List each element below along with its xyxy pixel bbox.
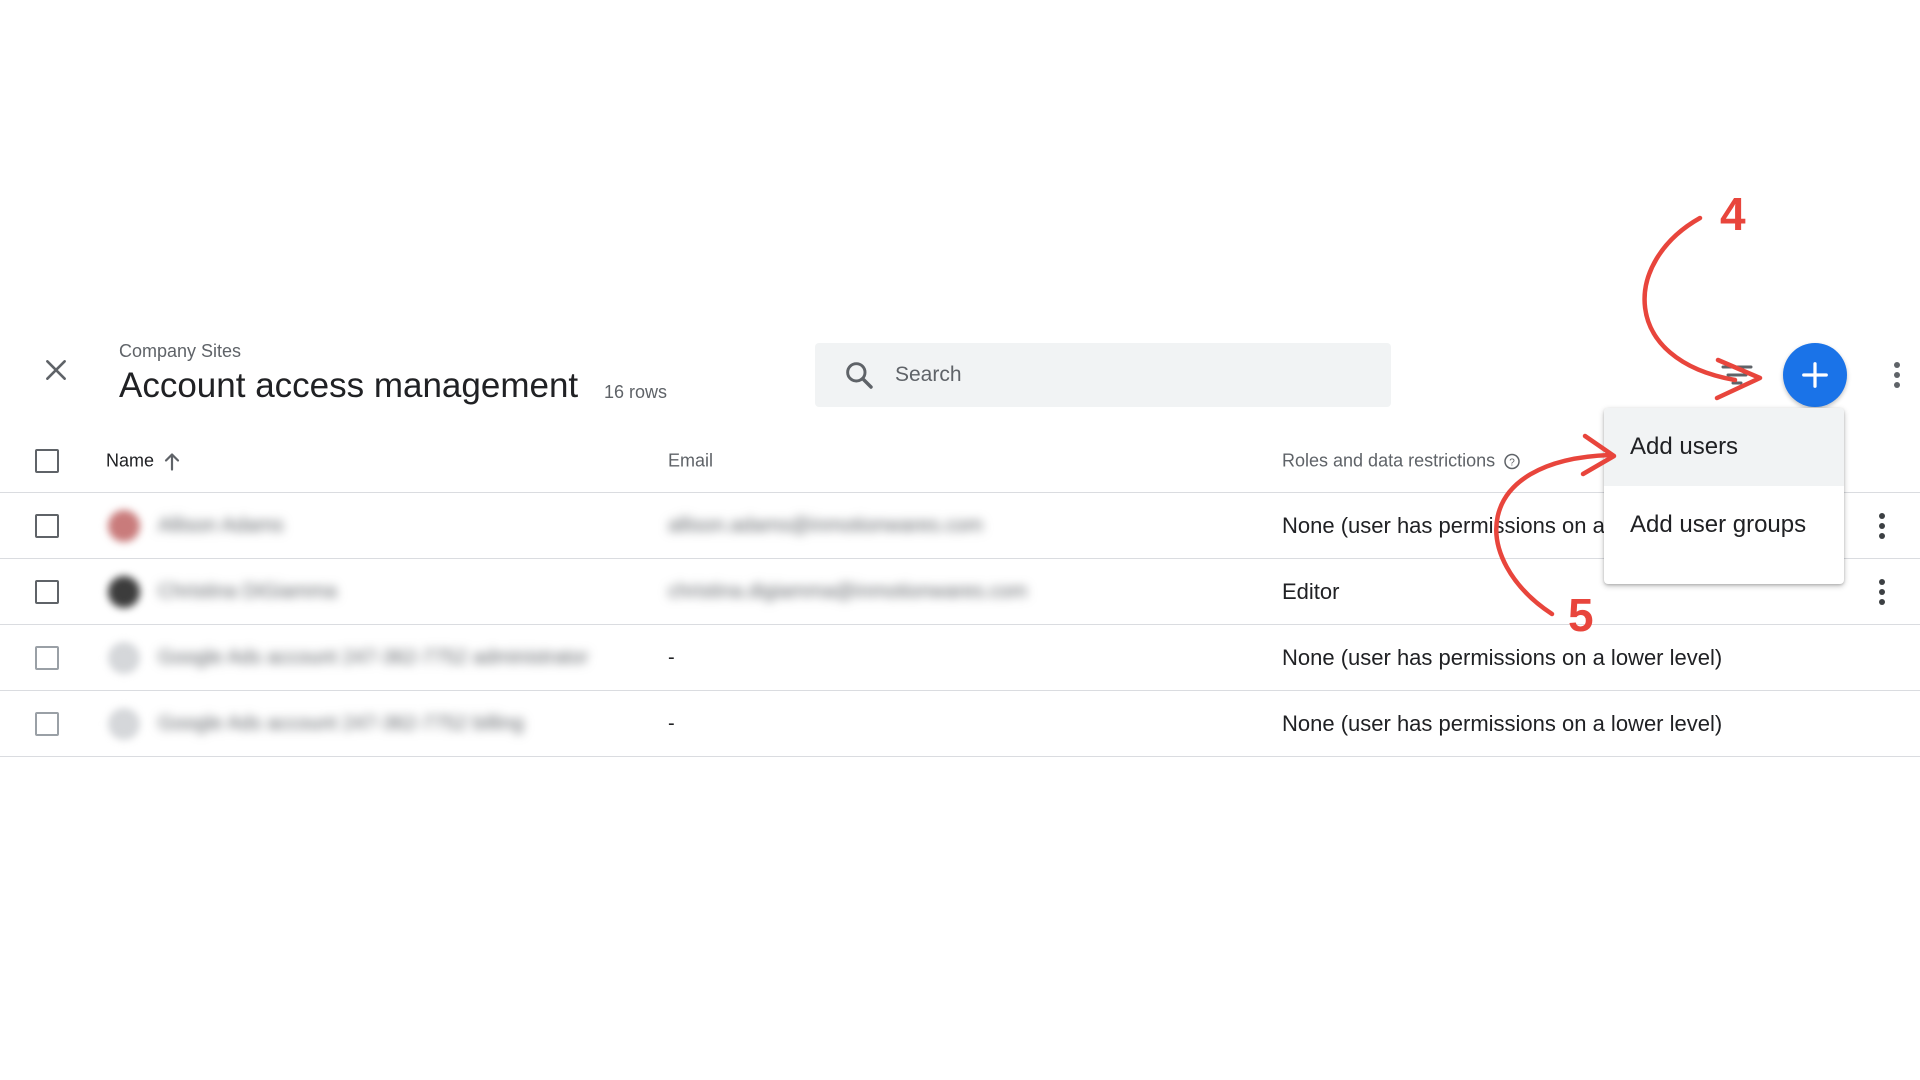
plus-icon [1802,362,1828,388]
roles-column-label: Roles and data restrictions [1282,450,1496,471]
add-button[interactable] [1783,343,1847,407]
row-checkbox[interactable] [35,645,59,670]
more-vert-icon [1879,512,1885,539]
step-number-4: 4 [1720,188,1746,240]
svg-text:?: ? [1509,457,1515,468]
row-more-button[interactable] [1870,574,1894,610]
search-bar[interactable] [815,343,1391,407]
close-icon [46,360,66,380]
arrow-up-icon [164,452,180,471]
user-email: - [668,646,675,668]
help-circle-icon[interactable]: ? [1503,452,1521,470]
page-title: Account access management [119,366,579,405]
avatar [108,707,140,740]
user-name: Google Ads account 247-362-7752 administ… [158,646,589,668]
more-vert-icon [1894,362,1900,388]
row-count: 16 rows [604,382,668,402]
user-role: None (user has permissions on a lower le… [1282,710,1723,736]
close-button[interactable] [38,352,74,388]
user-email: - [668,712,675,734]
arrow-step-4 [1642,215,1738,383]
table-row[interactable]: Google Ads account 247-362-7752 billing … [0,691,1920,757]
avatar [108,641,140,674]
search-input[interactable] [893,362,1357,388]
select-all-checkbox[interactable] [35,449,59,473]
row-checkbox[interactable] [35,579,59,604]
more-options-button[interactable] [1882,356,1912,394]
search-icon [841,357,877,393]
user-name: Allison Adams [158,514,284,536]
filter-icon[interactable] [1717,360,1757,390]
user-role: None (user has permissions on a lower le… [1282,644,1723,670]
avatar [108,509,140,542]
user-email: christina.digiamma@inmotionwares.com [668,580,1028,602]
more-vert-icon [1879,578,1885,605]
user-role: Editor [1282,578,1340,604]
row-more-button[interactable] [1870,508,1894,544]
name-column-header[interactable]: Name [106,451,180,472]
menu-item-add-user-groups[interactable]: Add user groups [1604,486,1844,564]
table-row[interactable]: Google Ads account 247-362-7752 administ… [0,625,1920,691]
menu-item-add-users[interactable]: Add users [1604,408,1844,486]
row-checkbox[interactable] [35,513,59,538]
email-column-header[interactable]: Email [668,451,713,472]
name-column-label: Name [106,450,155,471]
user-email: allison.adams@inmotionwares.com [668,514,983,536]
add-menu: Add users Add user groups [1604,408,1844,584]
row-checkbox[interactable] [35,711,59,736]
user-name: Christina DiGiamma [158,580,337,602]
user-name: Google Ads account 247-362-7752 billing [158,712,524,734]
roles-column-header: Roles and data restrictions ? [1282,451,1521,472]
breadcrumb: Company Sites [119,341,242,361]
avatar [108,575,140,608]
